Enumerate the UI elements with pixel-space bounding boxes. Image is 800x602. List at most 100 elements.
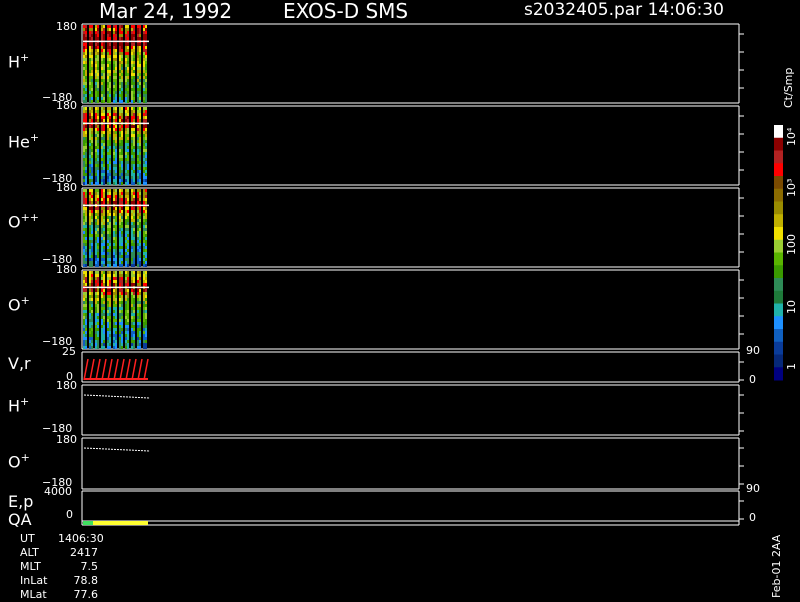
spectrogram-cell: [107, 67, 109, 70]
spectrogram-cell: [113, 125, 115, 128]
panel-label-o-plus: O+: [8, 294, 30, 315]
spectrogram-cell: [83, 52, 85, 55]
spectrogram-cell: [103, 125, 105, 128]
spectrogram-cell: [113, 85, 115, 88]
spectrogram-cell: [113, 61, 115, 64]
spectrogram-cell: [133, 216, 135, 219]
spectrogram-cell: [97, 149, 99, 152]
spectrogram-cell: [113, 176, 115, 179]
spectrogram-cell: [85, 128, 87, 131]
spectrogram-cell: [107, 64, 109, 67]
spectrogram-cell: [85, 213, 87, 216]
spectrogram-cell: [85, 31, 87, 34]
spectrogram-cell: [91, 331, 93, 334]
spectrogram-cell: [139, 201, 141, 204]
spectrogram-cell: [97, 76, 99, 79]
spectrogram-cell: [145, 310, 147, 313]
spectrogram-cell: [115, 61, 117, 64]
spectrogram-cell: [107, 91, 109, 94]
spectrogram-cell: [115, 128, 117, 131]
spectrogram-cell: [145, 210, 147, 213]
spectrogram-cell: [131, 158, 133, 161]
spectrogram-cell: [83, 155, 85, 158]
spectrogram-cell: [131, 167, 133, 170]
spectrogram-cell: [133, 201, 135, 204]
spectrogram-cell: [113, 116, 115, 119]
spectrogram-cell: [103, 192, 105, 195]
spectrogram-cell: [137, 307, 139, 310]
spectrogram-cell: [115, 58, 117, 61]
spectrogram-cell: [103, 207, 105, 210]
spectrogram-cell: [109, 182, 111, 185]
spectrogram-cell: [89, 161, 91, 164]
spectrogram-cell: [143, 97, 145, 100]
spectrogram-cell: [133, 134, 135, 137]
spectrogram-cell: [109, 107, 111, 110]
spectrogram-cell: [113, 319, 115, 322]
spectrogram-cell: [125, 31, 127, 34]
spectrogram-cell: [83, 67, 85, 70]
spectrogram-cell: [143, 283, 145, 286]
spectrogram-cell: [133, 73, 135, 76]
spectrogram-cell: [115, 170, 117, 173]
spectrogram-cell: [143, 310, 145, 313]
spectrogram-cell: [89, 225, 91, 228]
spectrogram-cell: [137, 261, 139, 264]
spectrogram-cell: [95, 343, 97, 346]
spectrogram-cell: [131, 61, 133, 64]
spectrogram-cell: [139, 37, 141, 40]
spectrogram-cell: [83, 137, 85, 140]
spectrogram-cell: [137, 195, 139, 198]
spectrogram-cell: [83, 328, 85, 331]
spectrogram-cell: [95, 25, 97, 28]
spectrogram-cell: [107, 25, 109, 28]
spectrogram-cell: [127, 343, 129, 346]
spectrogram-cell: [121, 119, 123, 122]
spectrogram-cell: [107, 43, 109, 46]
spectrogram-cell: [101, 261, 103, 264]
spectrogram-cell: [121, 249, 123, 252]
spectrogram-cell: [107, 319, 109, 322]
spectrogram-cell: [127, 325, 129, 328]
spectrogram-cell: [131, 283, 133, 286]
spectrogram-cell: [125, 155, 127, 158]
spectrogram-cell: [101, 125, 103, 128]
spectrogram-cell: [137, 170, 139, 173]
spectrogram-cell: [95, 128, 97, 131]
spectrogram-cell: [107, 170, 109, 173]
spectrogram-cell: [125, 192, 127, 195]
spectrogram-cell: [125, 164, 127, 167]
spectrogram-cell: [109, 198, 111, 201]
spectrogram-cell: [127, 231, 129, 234]
spectrogram-cell: [121, 189, 123, 192]
spectrogram-cell: [131, 134, 133, 137]
spectrogram-cell: [91, 182, 93, 185]
spectrogram-cell: [127, 170, 129, 173]
spectrogram-cell: [97, 49, 99, 52]
spectrogram-cell: [113, 343, 115, 346]
spectrogram-cell: [85, 49, 87, 52]
spectrogram-cell: [83, 322, 85, 325]
spectrogram-cell: [97, 176, 99, 179]
spectrogram-cell: [119, 307, 121, 310]
spectrogram-cell: [127, 222, 129, 225]
spectrogram-cell: [95, 207, 97, 210]
spectrogram-cell: [103, 228, 105, 231]
spectrogram-cell: [127, 313, 129, 316]
spectrogram-cell: [85, 52, 87, 55]
spectrogram-cell: [85, 201, 87, 204]
spectrogram-cell: [127, 52, 129, 55]
spectrogram-cell: [137, 67, 139, 70]
spectrogram-cell: [101, 143, 103, 146]
spectrogram-cell: [107, 234, 109, 237]
colorbar-label: 1: [785, 363, 798, 370]
spectrogram-cell: [145, 346, 147, 349]
spectrogram-cell: [125, 304, 127, 307]
spectrogram-cell: [137, 219, 139, 222]
spectrogram-cell: [103, 225, 105, 228]
spectrogram-cell: [119, 170, 121, 173]
spectrogram-cell: [109, 173, 111, 176]
spectrogram-cell: [139, 170, 141, 173]
spectrogram-cell: [115, 31, 117, 34]
spectrogram-cell: [145, 146, 147, 149]
